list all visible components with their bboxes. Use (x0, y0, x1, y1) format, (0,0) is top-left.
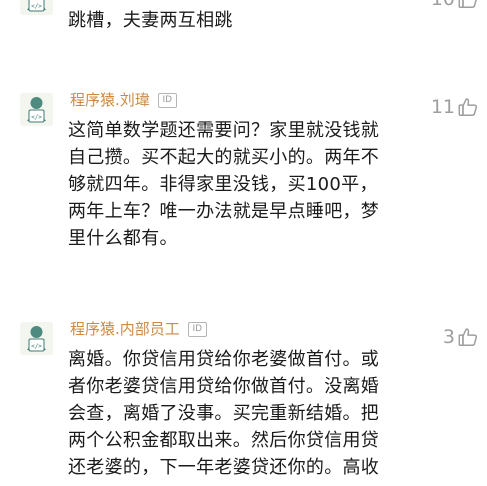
avatar[interactable]: </> (20, 0, 53, 15)
comment-line: 者你老婆贷信用贷给你做首付。没离婚 (68, 376, 380, 397)
comment-line: 里什么都有。 (68, 228, 178, 249)
comment-line: 离婚。你贷信用贷给你老婆做首付。或 (68, 349, 380, 370)
avatar[interactable]: </> (20, 322, 53, 355)
id-badge: ID (157, 92, 177, 108)
thumbs-up-icon (458, 98, 478, 116)
comment-line: 还老婆的，下一年老婆贷还你的。高收 (68, 457, 380, 478)
comment-line: 两个公积金都取出来。然后你贷信用贷 (68, 430, 380, 451)
programmer-avatar-icon: </> (20, 93, 53, 126)
like-button[interactable]: 10 (431, 0, 479, 10)
like-button[interactable]: 3 (443, 326, 479, 348)
svg-text:</>: </> (31, 114, 42, 121)
thumbs-up-icon (458, 0, 477, 8)
like-count: 10 (431, 0, 455, 10)
comment-text: 这简单数学题还需要问？家里就没钱就 自己攒。买不起大的就买小的。两年不 够就四年… (68, 117, 418, 252)
like-button[interactable]: 11 (431, 96, 479, 118)
username-text: 程序猿.内部员工 (70, 320, 180, 338)
id-badge: ID (187, 321, 207, 337)
comment-line: 够就四年。非得家里没钱，买100平， (68, 174, 378, 195)
svg-text:</>: </> (31, 343, 42, 350)
programmer-avatar-icon: </> (20, 0, 53, 15)
comment-line: 跳槽，夫妻两互相跳 (68, 10, 233, 31)
comment-line: 自己攒。买不起大的就买小的。两年不 (68, 147, 380, 168)
comment-text: 跳槽，夫妻两互相跳 (68, 7, 418, 34)
comment-feed: </> 10 跳槽，夫妻两互相跳 </> 程序猿.刘瑋 I (0, 0, 487, 486)
username[interactable]: 程序猿.内部员工 ID (70, 319, 207, 339)
thumbs-up-icon (458, 328, 478, 346)
svg-text:</>: </> (31, 3, 42, 10)
like-count: 3 (442, 326, 455, 348)
username[interactable]: 程序猿.刘瑋 ID (70, 90, 177, 110)
like-count: 11 (430, 96, 455, 118)
username-text: 程序猿.刘瑋 (70, 91, 150, 109)
comment-line: 会查，离婚了没事。买完重新结婚。把 (68, 403, 380, 424)
avatar[interactable]: </> (20, 93, 53, 126)
comment-line: 这简单数学题还需要问？家里就没钱就 (68, 120, 380, 141)
comment-line: 两年上车？唯一办法就是早点睡吧，梦 (68, 201, 380, 222)
programmer-avatar-icon: </> (20, 322, 53, 355)
comment-text: 离婚。你贷信用贷给你老婆做首付。或 者你老婆贷信用贷给你做首付。没离婚 会查，离… (68, 346, 418, 481)
